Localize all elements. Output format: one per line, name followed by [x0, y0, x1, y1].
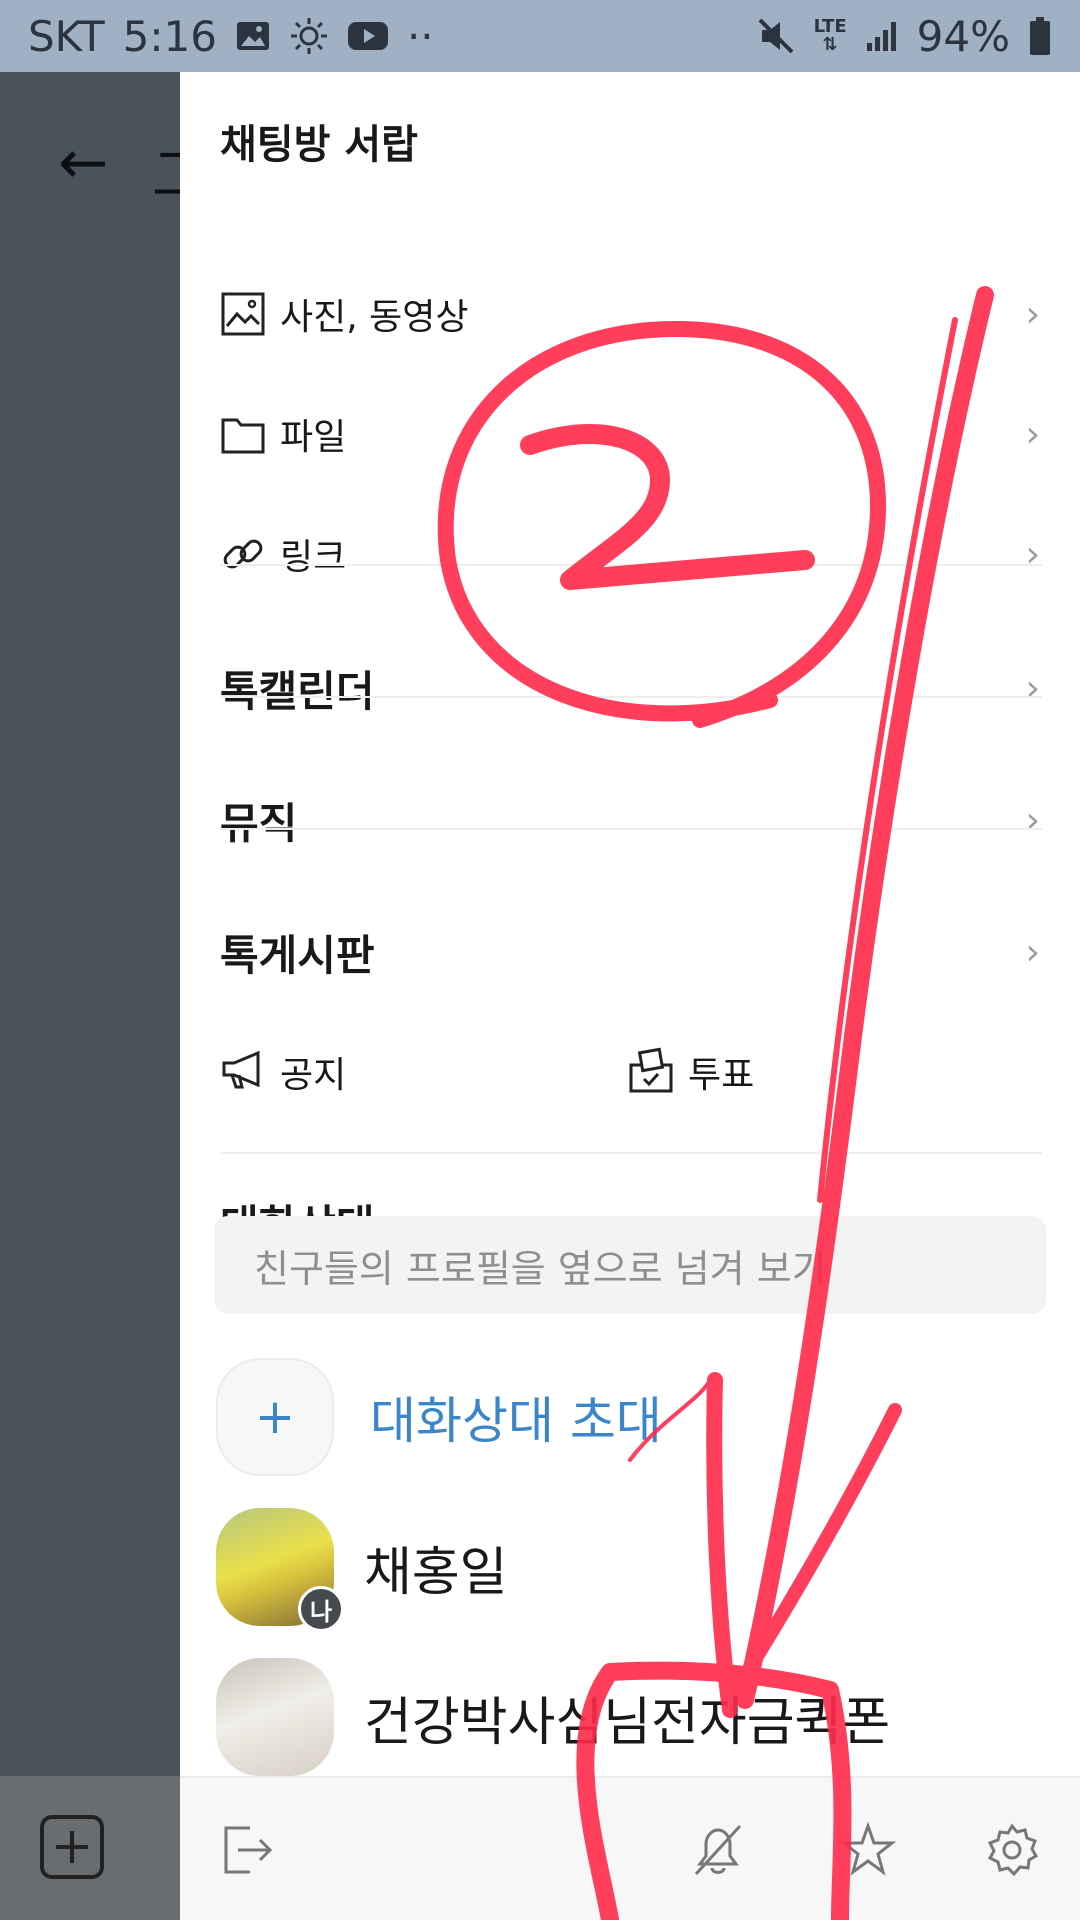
- carrier-label: SKT: [28, 11, 105, 61]
- drawer-item-music[interactable]: 뮤직 ›: [220, 790, 1040, 851]
- invite-label: 대화상대 초대: [370, 1392, 662, 1450]
- lte-indicator: LTE ⇅: [813, 16, 847, 55]
- folder-icon: [220, 411, 266, 457]
- battery-icon: [1028, 16, 1052, 56]
- link-icon: [220, 531, 266, 577]
- chevron-right-icon: ›: [1025, 293, 1040, 335]
- profile-swipe-hint: 친구들의 프로필을 옆으로 넘겨 보기: [254, 1246, 827, 1291]
- back-arrow-icon[interactable]: ←: [58, 128, 108, 198]
- drawer-item-label: 톡캘린더: [220, 667, 375, 716]
- member-name: 채홍일: [364, 1542, 508, 1603]
- megaphone-icon: [220, 1049, 266, 1095]
- status-bar: SKT 5:16 ·· LTE ⇅ 94%: [0, 0, 1080, 72]
- mute-icon: [756, 16, 796, 56]
- youtube-icon: [347, 21, 389, 51]
- notice-label: 공지: [280, 1055, 347, 1096]
- battery-percent: 94%: [916, 11, 1010, 61]
- divider: [220, 828, 1042, 830]
- drawer-bottom-bar: [180, 1776, 1080, 1920]
- gear-icon[interactable]: [980, 1818, 1044, 1882]
- chevron-right-icon: ›: [1025, 413, 1040, 455]
- divider: [220, 1152, 1042, 1154]
- divider: [220, 564, 1042, 566]
- drawer-item-files[interactable]: 파일 ›: [220, 408, 1040, 460]
- exit-icon[interactable]: [216, 1818, 280, 1882]
- chat-drawer-panel: 채팅방 서랍 사진, 동영상 › 파일 › 링크 › 톡캘린더 › 뮤직 › 톡…: [180, 72, 1080, 1920]
- chevron-right-icon: ›: [1025, 533, 1040, 575]
- chevron-right-icon: ›: [1025, 668, 1040, 709]
- chevron-right-icon: ›: [1025, 932, 1040, 973]
- gallery-notification-icon: [235, 20, 271, 52]
- star-icon[interactable]: [836, 1818, 900, 1882]
- bell-off-icon[interactable]: [686, 1818, 750, 1882]
- chevron-right-icon: ›: [1025, 800, 1040, 841]
- drawer-item-board[interactable]: 톡게시판 ›: [220, 922, 1040, 983]
- drawer-item-label: 파일: [280, 417, 347, 458]
- notice-button[interactable]: 공지: [220, 1046, 346, 1098]
- divider: [220, 696, 1042, 698]
- invite-member-button[interactable]: + 대화상대 초대: [216, 1358, 662, 1476]
- member-item[interactable]: 나 채홍일: [216, 1508, 508, 1632]
- me-badge: 나: [298, 1586, 344, 1632]
- signal-icon: [865, 19, 899, 53]
- image-icon: [220, 291, 266, 337]
- drawer-item-calendar[interactable]: 톡캘린더 ›: [220, 658, 1040, 719]
- more-notifications: ··: [406, 11, 434, 61]
- plus-icon: +: [216, 1358, 334, 1476]
- drawer-item-label: 링크: [280, 537, 347, 578]
- avatar: 나: [216, 1508, 344, 1632]
- drawer-item-photos[interactable]: 사진, 동영상 ›: [220, 288, 1040, 340]
- profile-swipe-hint-box[interactable]: 친구들의 프로필을 옆으로 넘겨 보기: [214, 1216, 1046, 1314]
- drawer-item-label: 사진, 동영상: [280, 297, 469, 338]
- vote-button[interactable]: 투표: [628, 1046, 754, 1098]
- drawer-item-label: 톡게시판: [220, 931, 375, 980]
- member-name: 건강박사심님전자금퀵폰: [364, 1692, 891, 1753]
- drawer-item-label: 뮤직: [220, 799, 298, 848]
- drawer-title: 채팅방 서랍: [220, 122, 418, 168]
- vote-label: 투표: [688, 1055, 755, 1096]
- clock: 5:16: [122, 11, 217, 61]
- attach-plus-icon[interactable]: [40, 1815, 104, 1879]
- drawer-item-links[interactable]: 링크 ›: [220, 528, 1040, 580]
- avatar: [216, 1658, 334, 1776]
- brightness-icon: [289, 16, 329, 56]
- member-item[interactable]: 건강박사심님전자금퀵폰: [216, 1658, 890, 1776]
- ballot-box-icon: [628, 1047, 674, 1097]
